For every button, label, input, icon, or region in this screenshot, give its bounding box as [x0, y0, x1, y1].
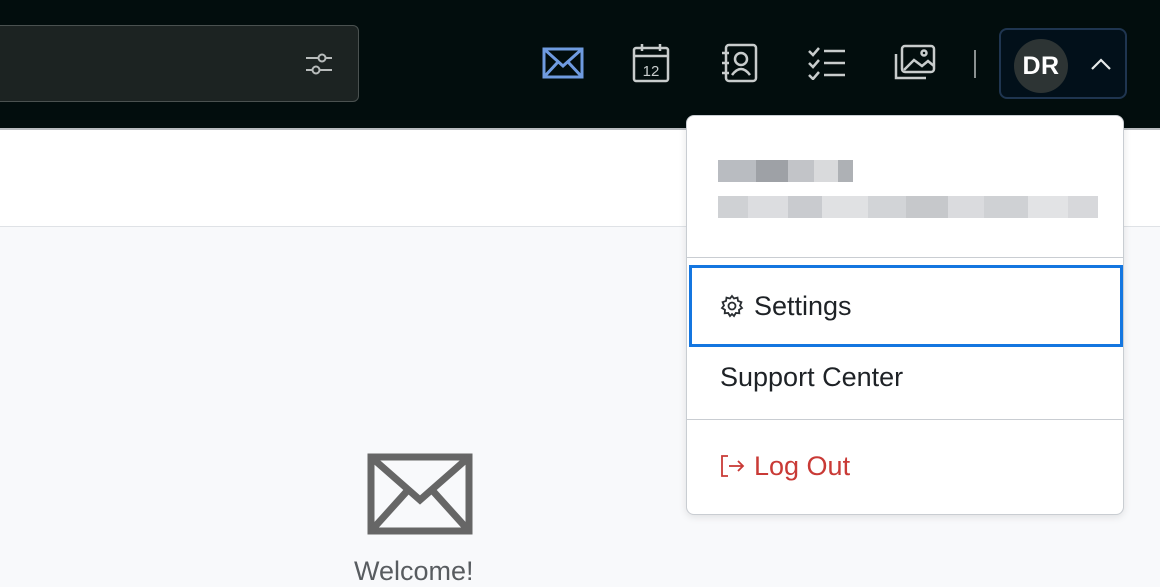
photos-icon[interactable]: [892, 40, 938, 86]
user-name-obscured: [718, 160, 853, 182]
mail-icon: [367, 453, 473, 535]
toolbar-divider: [974, 50, 976, 78]
top-bar: 12 DR: [0, 0, 1160, 130]
sliders-icon[interactable]: [304, 50, 334, 78]
menu-divider: [687, 419, 1123, 420]
settings-menu-item[interactable]: Settings: [689, 265, 1123, 347]
mail-icon[interactable]: [540, 40, 586, 86]
svg-text:12: 12: [643, 63, 660, 80]
tasks-icon[interactable]: [804, 40, 850, 86]
gear-icon: [720, 294, 744, 318]
user-email-obscured: [718, 196, 1098, 218]
contacts-icon[interactable]: [716, 40, 762, 86]
account-menu-button[interactable]: DR: [999, 28, 1127, 99]
calendar-icon[interactable]: 12: [628, 40, 674, 86]
welcome-message: Welcome!: [354, 556, 474, 586]
support-center-menu-item[interactable]: Support Center: [689, 348, 1123, 418]
settings-label: Settings: [754, 290, 852, 321]
logout-label: Log Out: [754, 450, 851, 481]
logout-icon: [721, 455, 745, 477]
logout-menu-item[interactable]: Log Out: [689, 431, 1123, 501]
search-input[interactable]: [0, 25, 359, 102]
avatar: DR: [1014, 39, 1068, 93]
account-dropdown: Settings Support Center Log Out: [686, 115, 1124, 515]
user-info: [687, 116, 1123, 258]
chevron-up-icon: [1091, 58, 1111, 70]
support-center-label: Support Center: [720, 361, 904, 392]
